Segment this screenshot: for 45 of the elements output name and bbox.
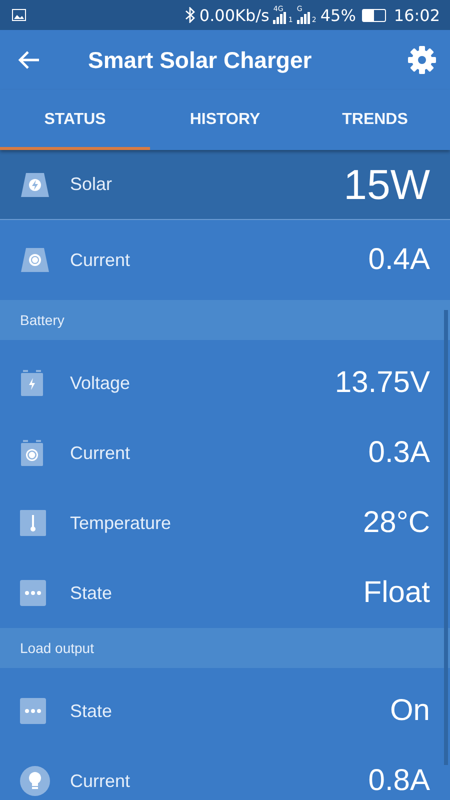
section-header: Load output [0,628,450,668]
solar-panel-bolt-icon [20,172,50,198]
lightbulb-icon [20,766,50,796]
row-value: 0.3A [368,436,430,470]
row-label: Solar [70,174,114,195]
row-value: On [390,694,430,728]
row-value: 13.75V [334,366,430,400]
dots-icon [20,580,46,606]
signal-icon [296,12,311,24]
bluetooth-icon [185,7,196,23]
row-label: Current [70,770,132,792]
row-label: State [70,700,114,722]
settings-icon[interactable] [408,46,436,74]
back-arrow-icon[interactable] [18,51,40,69]
status-row[interactable]: Voltage 13.75V [0,348,450,418]
battery-percent: 45% [320,6,356,24]
row-label: Voltage [70,372,132,394]
status-row[interactable]: State Float [0,558,450,628]
row-label: Current [70,442,132,464]
app-title: Smart Solar Charger [88,46,313,74]
battery-icon [362,8,386,22]
section-header: Battery [0,300,450,340]
status-row[interactable]: Current 0.3A [0,418,450,488]
image-icon [12,9,26,21]
status-row[interactable]: Solar 15W [0,150,450,220]
thermometer-icon [20,510,46,536]
row-value: 15W [344,160,430,208]
row-value: Float [363,576,430,610]
status-row[interactable]: Temperature 28°C [0,488,450,558]
network-speed: 0.00Kb/s [199,6,270,24]
battery-bolt-icon [20,370,44,396]
status-row[interactable]: State On [0,676,450,746]
status-row[interactable]: Current 0.8A [0,746,450,800]
row-label: Current [70,250,132,270]
dots-icon [20,698,46,724]
row-value: 0.8A [368,764,430,798]
row-label: Temperature [70,512,172,534]
tab[interactable]: TRENDS [300,90,450,150]
signal-icon [273,12,288,24]
tab[interactable]: HISTORY [150,90,300,150]
status-row[interactable]: Current 0.4A [0,220,450,300]
row-label: State [70,582,114,604]
clock: 16:02 [394,6,440,24]
row-value: 0.4A [368,243,430,277]
row-value: 28°C [362,506,430,540]
